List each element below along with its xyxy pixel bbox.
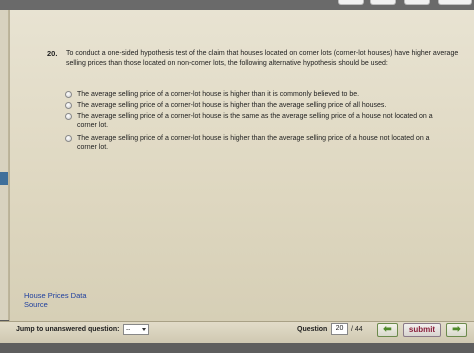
radio-button[interactable]: [65, 91, 72, 98]
question-text: To conduct a one-sided hypothesis test o…: [66, 50, 459, 67]
answer-option-4[interactable]: The average selling price of a corner-lo…: [65, 134, 445, 152]
jump-to-unanswered-label: Jump to unanswered question:: [16, 326, 120, 333]
submit-button[interactable]: submit: [403, 323, 441, 337]
jump-select-value: --: [126, 326, 131, 333]
question-panel: 20. To conduct a one-sided hypothesis te…: [9, 10, 474, 321]
source-link[interactable]: Source: [24, 300, 48, 309]
toolbar-button[interactable]: [404, 0, 430, 5]
sidebar-toggle-tab[interactable]: [0, 172, 8, 185]
footer-strip: [0, 343, 474, 353]
radio-button[interactable]: [65, 113, 72, 120]
house-prices-data-link[interactable]: House Prices Data: [24, 291, 87, 300]
toolbar-button[interactable]: [438, 0, 472, 5]
answer-option-label: The average selling price of a corner-lo…: [77, 135, 430, 151]
answer-option-3[interactable]: The average selling price of a corner-lo…: [65, 112, 445, 130]
question-number-input[interactable]: 20: [331, 323, 348, 335]
answer-option-1[interactable]: The average selling price of a corner-lo…: [65, 90, 445, 99]
next-question-button[interactable]: ➡: [446, 323, 467, 337]
previous-question-button[interactable]: ⬅: [377, 323, 398, 337]
answer-option-label: The average selling price of a corner-lo…: [77, 113, 433, 129]
top-toolbar: [0, 0, 474, 10]
radio-button[interactable]: [65, 102, 72, 109]
chevron-down-icon: [142, 328, 146, 331]
answer-option-2[interactable]: The average selling price of a corner-lo…: [65, 101, 445, 110]
toolbar-button[interactable]: [338, 0, 364, 5]
answer-option-label: The average selling price of a corner-lo…: [77, 91, 360, 98]
toolbar-button[interactable]: [370, 0, 396, 5]
answer-option-label: The average selling price of a corner-lo…: [77, 102, 387, 109]
right-arrow-icon: ➡: [452, 324, 461, 335]
jump-to-unanswered-select[interactable]: --: [123, 324, 149, 335]
question-label: Question: [297, 326, 328, 333]
left-sidebar-edge: [0, 10, 9, 320]
radio-button[interactable]: [65, 135, 72, 142]
question-number: 20.: [47, 49, 58, 58]
question-total: / 44: [351, 326, 363, 333]
left-arrow-icon: ⬅: [383, 324, 392, 335]
